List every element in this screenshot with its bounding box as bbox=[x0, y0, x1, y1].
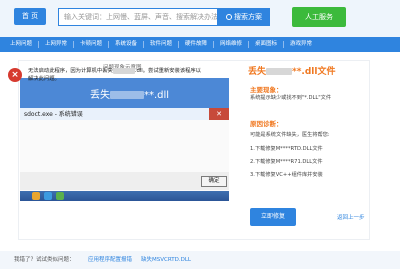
related-link-2[interactable]: 缺失MSVCRTD.DLL bbox=[141, 255, 191, 263]
category-nav: 上网问题 上网异常 卡顿问题 系统设备 软件问题 硬件故障 网络维修 桌面图标 … bbox=[0, 37, 400, 52]
search-input[interactable]: 输入关键词：上网慢、蓝屏、声音、搜索解决办法 bbox=[58, 8, 218, 26]
error-icon: × bbox=[8, 68, 22, 82]
nav-item-3[interactable]: 卡顿问题 bbox=[80, 37, 102, 52]
nav-item-5[interactable]: 软件问题 bbox=[150, 37, 172, 52]
nav-divider bbox=[143, 41, 144, 48]
dialog-footer bbox=[20, 172, 229, 190]
nav-divider bbox=[73, 41, 74, 48]
redacted-mask bbox=[110, 91, 144, 99]
home-button[interactable]: 首 页 bbox=[14, 8, 46, 25]
nav-item-1[interactable]: 上网问题 bbox=[10, 37, 32, 52]
cause-intro: 可能是系统文件缺失，医生将帮您: bbox=[250, 132, 330, 138]
fix-step-3: 3.下载修复VC++组件库并安装 bbox=[250, 172, 323, 178]
banner-title-prefix: 丢失 bbox=[90, 90, 110, 101]
fix-now-button[interactable]: 立即修复 bbox=[250, 208, 296, 226]
nav-divider bbox=[178, 41, 179, 48]
media-icon bbox=[56, 192, 64, 200]
dialog-message: 无法启动此程序，因为计算机中丢失 .dll。尝试重新安装该程序以解决此问题。 bbox=[28, 67, 206, 83]
dialog-ok-button: 确定 bbox=[201, 176, 227, 187]
footer-label: 我错了？试试类似问题： bbox=[14, 257, 75, 263]
search-icon bbox=[226, 14, 232, 20]
related-link-1[interactable]: 应用程序配置报错 bbox=[88, 255, 132, 263]
problem-title-prefix: 丢失 bbox=[248, 67, 267, 77]
nav-divider bbox=[38, 41, 39, 48]
nav-item-7[interactable]: 网络维修 bbox=[220, 37, 242, 52]
back-link[interactable]: 返回上一步 bbox=[337, 213, 365, 221]
dialog-title: sdoct.exe - 系统错误 bbox=[24, 111, 83, 118]
symptom-heading: 主要现象： bbox=[250, 86, 283, 94]
banner-title-suffix: **.dll bbox=[144, 90, 170, 101]
browser-icon bbox=[44, 192, 52, 200]
nav-item-8[interactable]: 桌面图标 bbox=[255, 37, 277, 52]
nav-divider bbox=[283, 41, 284, 48]
symptom-text: 系统提示缺少或找不到"*.DLL"文件 bbox=[250, 95, 332, 101]
nav-item-4[interactable]: 系统设备 bbox=[115, 37, 137, 52]
redacted-mask bbox=[266, 68, 293, 75]
fix-step-2: 2.下载修复M****R71.DLL文件 bbox=[250, 159, 323, 165]
fix-step-1: 1.下载修复M****RTD.DLL文件 bbox=[250, 146, 323, 152]
nav-item-6[interactable]: 硬件故障 bbox=[185, 37, 207, 52]
nav-item-2[interactable]: 上网异常 bbox=[45, 37, 67, 52]
search-button-label: 搜索方案 bbox=[234, 13, 262, 21]
close-icon: ✕ bbox=[209, 108, 229, 120]
problem-title-suffix: **.dll文件 bbox=[292, 67, 336, 77]
human-service-button[interactable]: 人工服务 bbox=[292, 7, 346, 27]
folder-icon bbox=[32, 192, 40, 200]
problem-title: 丢失 **.dll文件 bbox=[248, 64, 335, 77]
nav-item-9[interactable]: 游戏异常 bbox=[290, 37, 312, 52]
dialog-message-part1: 无法启动此程序，因为计算机中丢失 bbox=[28, 68, 113, 74]
nav-divider bbox=[248, 41, 249, 48]
nav-divider bbox=[213, 41, 214, 48]
cause-heading: 原因诊断： bbox=[250, 120, 283, 128]
redacted-mask bbox=[112, 67, 135, 74]
nav-divider bbox=[108, 41, 109, 48]
screenshot-banner-title: 丢失 **.dll bbox=[90, 86, 169, 101]
search-button[interactable]: 搜索方案 bbox=[218, 8, 270, 26]
